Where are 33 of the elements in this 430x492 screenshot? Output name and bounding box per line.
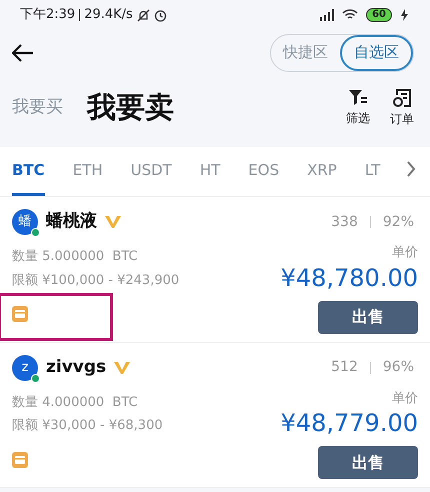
unit-price: ¥48,779.00 (280, 408, 418, 438)
limit-text: 限额 ¥100,000 - ¥243,900 (12, 272, 180, 290)
coin-tab[interactable]: EOS (248, 158, 280, 196)
trade-mode-tab[interactable]: 我要买 (12, 95, 63, 121)
completion-rate: 92% (382, 212, 414, 232)
completion-rate: 96% (382, 358, 414, 377)
quantity-text: 数量 5.000000 BTC (12, 248, 139, 266)
coin-tab[interactable]: ETH (72, 158, 103, 196)
battery-indicator: 60 (366, 8, 392, 22)
price-label: 单价 (392, 390, 418, 408)
unit-price: ¥48,780.00 (280, 262, 418, 292)
status-time: 下午2:39 (20, 6, 76, 24)
avatar: z (12, 354, 38, 380)
avatar: 蟠 (12, 209, 38, 235)
merchant-name[interactable]: 蟠桃液 (46, 209, 97, 235)
sell-button[interactable]: 出售 (318, 446, 418, 479)
sell-button[interactable]: 出售 (318, 300, 418, 334)
toolbar-label[interactable]: 筛选 (346, 109, 370, 127)
order-count: 338 (331, 212, 358, 232)
limit-text: 限额 ¥30,000 - ¥68,300 (12, 417, 163, 435)
quantity-text: 数量 4.000000 BTC (12, 394, 139, 412)
order-count: 512 (331, 358, 358, 377)
coin-tab[interactable]: USDT (130, 158, 172, 196)
segment-tab[interactable]: 自选区 (340, 34, 413, 70)
network-speed: 29.4K/s (84, 6, 133, 24)
toolbar-label[interactable]: 订单 (390, 110, 414, 128)
coin-tab[interactable]: HT (200, 158, 220, 196)
coin-tab[interactable]: LT (364, 158, 380, 196)
segment-tab[interactable]: 快捷区 (271, 34, 340, 70)
merchant-name[interactable]: zivvgs (46, 354, 106, 380)
price-label: 单价 (392, 244, 418, 262)
trade-mode-tab[interactable]: 我要卖 (87, 86, 174, 130)
coin-tab[interactable]: XRP (307, 158, 337, 196)
